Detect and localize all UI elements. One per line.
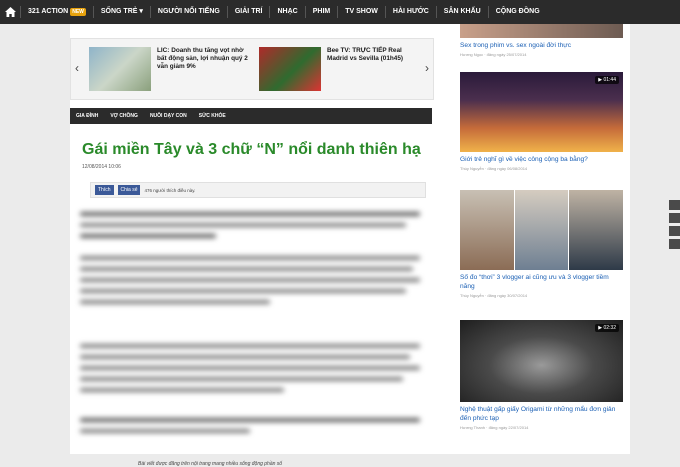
video-duration-badge: ▶ 01:44 [595,76,619,84]
nav-item-giai-tri[interactable]: GIẢI TRÍ [228,0,270,24]
facebook-like-count: 476 người thích điều này. [144,187,196,193]
video-title[interactable]: Số đo “thơi” 3 vlogger ai cũng ưu và 3 v… [460,273,623,291]
email-icon[interactable] [669,226,680,236]
section-navigation: GIA ĐÌNH VỢ CHỒNG NUÔI DẠY CON SỨC KHỎE [70,108,432,124]
related-title[interactable]: Sex trong phim vs. sex ngoài đời thực [460,41,623,50]
video-thumbnail[interactable]: ▶ 02:32 [460,320,623,402]
video-meta: Thúy Nguyễn · đăng ngày 06/08/2014 [460,166,528,171]
video-card[interactable]: ▶ 01:44 Giới trẻ nghĩ gì về việc công cộ… [460,72,623,171]
video-thumbnail[interactable] [460,190,624,270]
video-thumbnail[interactable]: ▶ 01:44 [460,72,623,152]
nav-item-san-khau[interactable]: SÂN KHẤU [437,0,488,24]
person-photo [569,190,624,270]
video-meta: Thúy Nguyễn · đăng ngày 30/07/2014 [460,293,528,298]
nav-item-cong-dong[interactable]: CỘNG ĐỒNG [489,0,547,24]
section-tab-gia-dinh[interactable]: GIA ĐÌNH [70,113,104,119]
video-meta: Hương Thanh · đăng ngày 22/07/2014 [460,425,529,430]
bookmark-icon[interactable] [669,239,680,249]
slider-item-title[interactable]: LIC: Doanh thu tăng vọt nhờ bất động sản… [157,47,253,71]
chevron-left-icon[interactable]: ‹ [75,61,79,75]
facebook-like-button[interactable]: Thích [95,185,114,195]
person-photo [514,190,569,270]
nav-item-phim[interactable]: PHIM [306,0,338,24]
article-caption: Bài viết được đăng trên nội trang mang n… [138,461,283,467]
person-photo [460,190,514,270]
slider-item-title[interactable]: Bee TV: TRỰC TIẾP Real Madrid vs Sevilla… [327,47,423,63]
section-tab-nuoi-day-con[interactable]: NUÔI DẠY CON [144,113,193,119]
play-icon: ▶ [598,325,603,331]
related-meta: Hương Ngọc · đăng ngày 25/07/2014 [460,52,527,57]
share-icon[interactable] [669,200,680,210]
video-card[interactable]: ▶ 02:32 Nghệ thuật gấp giấy Origami từ n… [460,320,623,430]
related-item[interactable]: Sex trong phim vs. sex ngoài đời thực Hư… [460,24,623,57]
nav-item-321-action[interactable]: 321 ACTION NEW [21,0,93,24]
nav-item-hai-huoc[interactable]: HÀI HƯỚC [386,0,436,24]
top-navigation: 321 ACTION NEW SỐNG TRẺ ▾ NGƯỜI NỔI TIẾNG… [0,0,680,24]
new-badge: NEW [70,8,86,16]
slider-thumbnail[interactable] [259,47,321,91]
slider-thumbnail[interactable] [89,47,151,91]
print-icon[interactable] [669,213,680,223]
section-tab-suc-khoe[interactable]: SỨC KHỎE [193,113,232,119]
nav-item-tv-show[interactable]: TV SHOW [338,0,385,24]
news-slider: ‹ LIC: Doanh thu tăng vọt nhờ bất động s… [70,38,434,100]
chevron-right-icon[interactable]: › [425,61,429,75]
video-title[interactable]: Giới trẻ nghĩ gì về việc công cộng ba bằ… [460,155,623,164]
video-card[interactable]: Số đo “thơi” 3 vlogger ai cũng ưu và 3 v… [460,190,624,298]
article-title: Gái miền Tây và 3 chữ “N” nổi danh thiên… [82,141,421,158]
home-icon[interactable] [0,0,20,24]
article-paragraph [80,212,420,245]
article-date: 12/08/2014 10:06 [82,164,121,170]
nav-item-nguoi-noi-tieng[interactable]: NGƯỜI NỔI TIẾNG [151,0,227,24]
nav-label: 321 ACTION [28,8,69,15]
nav-item-song-tre[interactable]: SỐNG TRẺ ▾ [94,0,150,24]
video-title[interactable]: Nghệ thuật gấp giấy Origami từ những mẩu… [460,405,623,423]
facebook-share-button[interactable]: Chia sẻ [117,185,141,195]
section-tab-vo-chong[interactable]: VỢ CHỒNG [104,113,144,119]
article-paragraph [80,344,420,399]
article-paragraph [80,256,420,311]
article-thumbnail[interactable] [460,24,623,38]
video-duration-badge: ▶ 02:32 [595,324,619,332]
social-share-bar: Thích Chia sẻ 476 người thích điều này. [90,182,426,198]
nav-item-nhac[interactable]: NHẠC [270,0,304,24]
article-paragraph [80,418,420,440]
play-icon: ▶ [598,77,603,83]
